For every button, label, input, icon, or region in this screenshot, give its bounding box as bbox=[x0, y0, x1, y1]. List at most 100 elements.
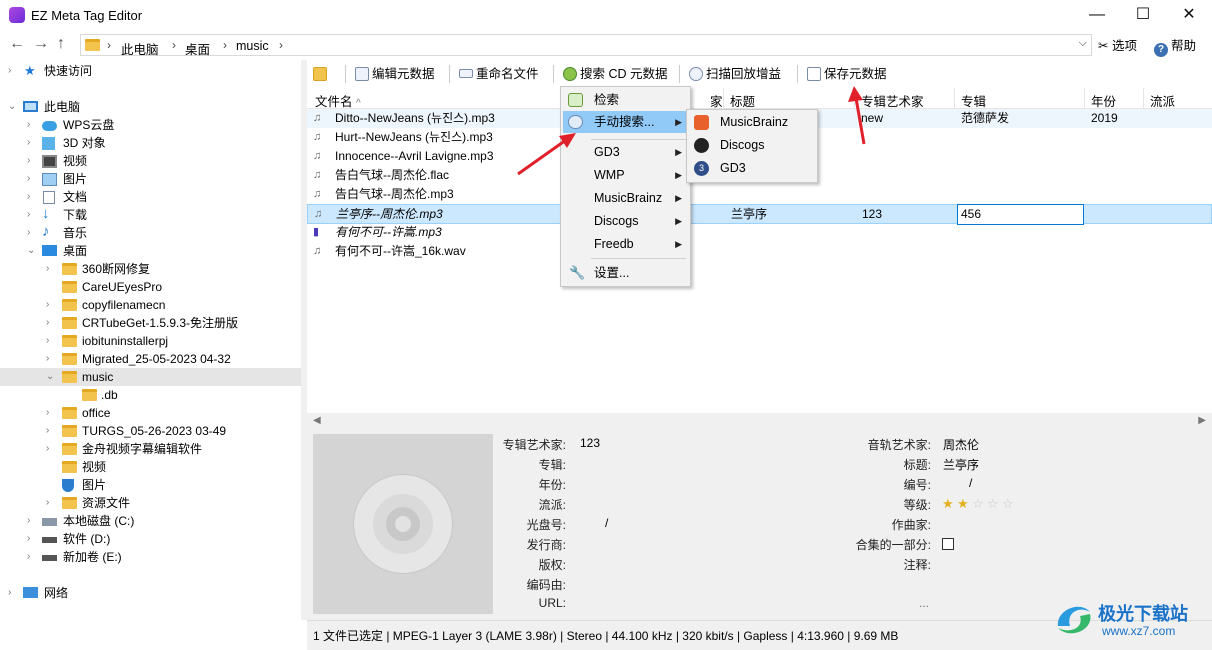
file-row[interactable]: ♫ 有何不可--许嵩_16k.wav bbox=[307, 242, 1212, 261]
compilation-checkbox[interactable] bbox=[942, 538, 954, 550]
menu-item-wmp[interactable]: WMP ▶ bbox=[563, 164, 688, 186]
file-row[interactable]: ▮ 有何不可--许嵩.mp3 bbox=[307, 223, 1212, 242]
detail-title-value[interactable]: 兰亭序 bbox=[943, 456, 979, 473]
address-bar[interactable]: › 此电脑 › 桌面 › music › ⌵ bbox=[80, 34, 1092, 58]
chevron-right-icon[interactable]: › bbox=[46, 440, 56, 458]
detail-track-artist-value[interactable]: 周杰伦 bbox=[943, 436, 979, 453]
save-metadata-button[interactable]: 保存元数据 bbox=[807, 66, 887, 82]
open-folder-button[interactable] bbox=[313, 66, 330, 82]
rating-star-empty-icon[interactable]: ☆ bbox=[1002, 497, 1014, 510]
chevron-down-icon[interactable]: ⌄ bbox=[8, 98, 18, 116]
tree-item[interactable]: › Migrated_25-05-2023 04-32 bbox=[0, 350, 301, 368]
chevron-right-icon[interactable]: › bbox=[46, 350, 56, 368]
tree-item-quick-access[interactable]: › ★ 快速访问 bbox=[0, 62, 301, 80]
forward-arrow-icon[interactable]: → bbox=[33, 36, 49, 52]
chevron-right-icon[interactable]: › bbox=[27, 548, 37, 566]
folder-tree[interactable]: › ★ 快速访问 ⌄ 此电脑 › WPS云盘 › 3D 对象 › 视频 › 图片 › 文档… bbox=[0, 60, 301, 620]
tree-item[interactable]: ⌄ 桌面 bbox=[0, 242, 301, 260]
submenu-item-musicbrainz[interactable]: MusicBrainz bbox=[689, 111, 815, 134]
tree-item-selected[interactable]: ⌄ music bbox=[0, 368, 301, 386]
chevron-right-icon[interactable]: › bbox=[46, 260, 56, 278]
more-ellipsis[interactable]: ... bbox=[919, 596, 929, 610]
column-genre[interactable]: 流派 bbox=[1150, 91, 1175, 110]
chevron-right-icon[interactable]: › bbox=[46, 314, 56, 332]
column-divider[interactable] bbox=[954, 88, 955, 109]
menu-item-search[interactable]: 检索 bbox=[563, 89, 688, 111]
tree-item[interactable]: › WPS云盘 bbox=[0, 116, 301, 134]
tree-item-network[interactable]: › 网络 bbox=[0, 584, 301, 602]
help-button[interactable]: ? 帮助 bbox=[1154, 35, 1196, 57]
tree-item[interactable]: 视频 bbox=[0, 458, 301, 476]
column-title[interactable]: 标题 bbox=[730, 91, 755, 110]
options-button[interactable]: ✂ 选项 bbox=[1098, 35, 1137, 54]
chevron-right-icon[interactable]: › bbox=[27, 152, 37, 170]
menu-item-discogs[interactable]: Discogs ▶ bbox=[563, 210, 688, 232]
chevron-right-icon[interactable]: › bbox=[27, 530, 37, 548]
chevron-right-icon[interactable]: › bbox=[8, 584, 18, 602]
chevron-down-icon[interactable]: ⌵ bbox=[1079, 37, 1087, 50]
chevron-right-icon[interactable]: › bbox=[46, 494, 56, 512]
tree-item[interactable]: › ↓ 下载 bbox=[0, 205, 301, 224]
detail-disc-value[interactable]: / bbox=[605, 516, 608, 530]
tree-item[interactable]: › 本地磁盘 (C:) bbox=[0, 512, 301, 530]
tree-item[interactable]: › 金舟视频字幕编辑软件 bbox=[0, 440, 301, 458]
column-filename[interactable]: 文件名 ^ bbox=[315, 91, 361, 110]
tree-item[interactable]: › ♪ 音乐 bbox=[0, 223, 301, 242]
tree-item[interactable]: › 3D 对象 bbox=[0, 134, 301, 152]
tree-item[interactable]: › copyfilenamecn bbox=[0, 296, 301, 314]
chevron-right-icon[interactable]: › bbox=[27, 116, 37, 134]
tree-item[interactable]: CareUEyesPro bbox=[0, 278, 301, 296]
up-arrow-icon[interactable]: ↑ bbox=[57, 36, 65, 52]
rename-file-button[interactable]: 重命名文件 bbox=[459, 66, 539, 82]
chevron-right-icon[interactable]: › bbox=[46, 296, 56, 314]
chevron-right-icon[interactable]: › bbox=[46, 404, 56, 422]
chevron-right-icon[interactable]: › bbox=[27, 206, 37, 224]
scroll-right-icon[interactable]: ▶ bbox=[1198, 415, 1206, 426]
maximize-button[interactable]: ☐ bbox=[1120, 0, 1166, 30]
breadcrumb-desktop[interactable]: 桌面 bbox=[185, 39, 210, 58]
chevron-right-icon[interactable]: › bbox=[27, 134, 37, 152]
scroll-left-icon[interactable]: ◀ bbox=[313, 415, 321, 426]
tree-item[interactable]: › office bbox=[0, 404, 301, 422]
rating-star-filled-icon[interactable]: ★ bbox=[957, 497, 969, 510]
detail-track-number-value[interactable]: / bbox=[969, 476, 972, 490]
tree-item[interactable]: › CRTubeGet-1.5.9.3-免注册版 bbox=[0, 314, 301, 332]
menu-item-manual-search[interactable]: 手动搜索... ▶ bbox=[563, 111, 688, 133]
chevron-right-icon[interactable]: › bbox=[27, 170, 37, 188]
menu-item-gd3[interactable]: GD3 ▶ bbox=[563, 141, 688, 163]
chevron-down-icon[interactable]: ⌄ bbox=[46, 368, 56, 386]
chevron-right-icon[interactable]: › bbox=[27, 512, 37, 530]
breadcrumb-this-pc[interactable]: 此电脑 bbox=[121, 39, 159, 58]
submenu-item-gd3[interactable]: 3 GD3 bbox=[689, 157, 815, 180]
tree-item[interactable]: › 资源文件 bbox=[0, 494, 301, 512]
rating-star-filled-icon[interactable]: ★ bbox=[942, 497, 954, 510]
breadcrumb-music[interactable]: music bbox=[236, 39, 269, 53]
menu-item-settings[interactable]: 🔧 设置... bbox=[563, 262, 688, 284]
tree-item[interactable]: › TURGS_05-26-2023 03-49 bbox=[0, 422, 301, 440]
tree-item[interactable]: › 图片 bbox=[0, 170, 301, 188]
submenu-item-discogs[interactable]: Discogs bbox=[689, 134, 815, 157]
horizontal-scrollbar[interactable]: ◀ ▶ bbox=[307, 413, 1212, 430]
chevron-right-icon[interactable]: › bbox=[46, 332, 56, 350]
back-arrow-icon[interactable]: ← bbox=[9, 36, 25, 52]
tree-item[interactable]: 图片 bbox=[0, 476, 301, 494]
tree-item[interactable]: .db bbox=[0, 386, 301, 404]
tree-item[interactable]: › 360断网修复 bbox=[0, 260, 301, 278]
detail-album-artist-value[interactable]: 123 bbox=[580, 436, 600, 450]
search-cd-metadata-button[interactable]: 搜索 CD 元数据 bbox=[563, 66, 668, 82]
column-year[interactable]: 年份 bbox=[1091, 91, 1116, 110]
tree-item[interactable]: › 文档 bbox=[0, 188, 301, 206]
edit-metadata-button[interactable]: 编辑元数据 bbox=[355, 66, 435, 82]
rating-star-empty-icon[interactable]: ☆ bbox=[972, 497, 984, 510]
column-partial[interactable]: 家 bbox=[710, 91, 723, 110]
tree-item[interactable]: › 软件 (D:) bbox=[0, 530, 301, 548]
chevron-down-icon[interactable]: ⌄ bbox=[27, 242, 37, 260]
menu-item-freedb[interactable]: Freedb ▶ bbox=[563, 233, 688, 255]
tree-item[interactable]: › 视频 bbox=[0, 152, 301, 170]
album-edit-input[interactable]: 456 bbox=[957, 204, 1084, 225]
column-divider[interactable] bbox=[1143, 88, 1144, 109]
chevron-right-icon[interactable]: › bbox=[27, 188, 37, 206]
column-album[interactable]: 专辑 bbox=[961, 91, 986, 110]
tree-item[interactable]: › iobituninstallerpj bbox=[0, 332, 301, 350]
column-divider[interactable] bbox=[723, 88, 724, 109]
